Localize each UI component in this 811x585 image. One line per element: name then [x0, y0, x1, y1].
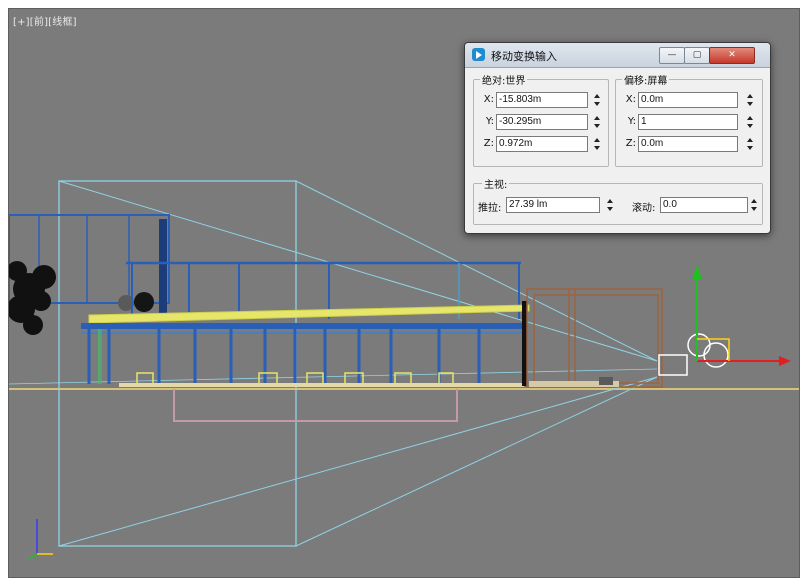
- absolute-world-group: 绝对:世界 X: -15.803m Y: -30.295m Z: 0.972m: [473, 72, 609, 167]
- camera-object: [658, 333, 729, 376]
- off-z-row: Z: 0.0m: [620, 136, 760, 152]
- abs-z-spinner[interactable]: [593, 137, 602, 151]
- abs-y-spinner[interactable]: [593, 115, 602, 129]
- dolly-spinner[interactable]: [606, 198, 615, 212]
- blue-beam: [81, 323, 526, 329]
- off-z-label: Z:: [625, 138, 636, 149]
- minimize-button[interactable]: —: [659, 47, 685, 64]
- maximize-button[interactable]: ▢: [684, 47, 710, 64]
- frustum-ray: [58, 376, 658, 547]
- off-x-row: X: 0.0m: [620, 92, 760, 108]
- dolly-field[interactable]: 27.39 lm: [506, 197, 600, 213]
- off-z-field[interactable]: 0.0m: [638, 136, 738, 152]
- abs-z-row: Z: 0.972m: [478, 136, 606, 152]
- move-transform-dialog[interactable]: 移动变换输入 — ▢ ✕ 绝对:世界 X: -15.803m Y: -30.29…: [464, 42, 771, 234]
- off-y-field[interactable]: 1: [638, 114, 738, 130]
- off-x-label: X:: [625, 94, 636, 105]
- abs-x-field[interactable]: -15.803m: [496, 92, 588, 108]
- gizmo-x-arrow: [779, 356, 791, 366]
- gizmo-plane: [697, 338, 730, 361]
- abs-x-label: X:: [483, 94, 494, 105]
- off-x-field[interactable]: 0.0m: [638, 92, 738, 108]
- tree: [9, 261, 56, 335]
- frustum-ray: [295, 376, 658, 547]
- off-y-spinner[interactable]: [746, 115, 755, 129]
- offset-screen-title: 偏移:屏幕: [622, 72, 670, 87]
- small-block: [599, 377, 613, 385]
- lower-posts: [87, 329, 481, 384]
- dolly-label: 推拉:: [478, 203, 502, 214]
- abs-y-row: Y: -30.295m: [478, 114, 606, 130]
- roll-spinner[interactable]: [750, 198, 759, 212]
- camera-group-title: 主视:: [482, 176, 510, 191]
- dialog-title: 移动变换输入: [491, 50, 557, 63]
- dark-sphere: [134, 292, 154, 312]
- abs-y-field[interactable]: -30.295m: [496, 114, 588, 130]
- offset-screen-group: 偏移:屏幕 X: 0.0m Y: 1 Z: 0.0m: [615, 72, 763, 167]
- off-x-spinner[interactable]: [746, 93, 755, 107]
- absolute-world-title: 绝对:世界: [480, 72, 528, 87]
- corner-axis-z: [28, 553, 38, 560]
- off-y-row: Y: 1: [620, 114, 760, 130]
- abs-x-spinner[interactable]: [593, 93, 602, 107]
- roll-field[interactable]: 0.0: [660, 197, 748, 213]
- abs-z-label: Z:: [483, 138, 494, 149]
- viewport-front[interactable]: [+][前][线框] 移动变换输入 — ▢ ✕ 绝对:世界 X: -15.803…: [8, 8, 800, 578]
- gizmo-y-arrow: [692, 265, 702, 279]
- close-button[interactable]: ✕: [709, 47, 755, 64]
- bench-line: [119, 383, 524, 387]
- dialog-titlebar[interactable]: 移动变换输入 — ▢ ✕: [465, 43, 770, 68]
- abs-z-field[interactable]: 0.972m: [496, 136, 588, 152]
- off-z-spinner[interactable]: [746, 137, 755, 151]
- abs-y-label: Y:: [485, 116, 494, 127]
- dark-column: [159, 219, 167, 319]
- camera-frustum-box: [58, 180, 297, 547]
- yellow-slab: [88, 304, 530, 324]
- app-icon: [472, 48, 485, 61]
- off-y-label: Y:: [627, 116, 636, 127]
- pergola: [526, 288, 663, 388]
- abs-x-row: X: -15.803m: [478, 92, 606, 108]
- roll-label: 滚动:: [632, 203, 656, 214]
- basin: [173, 389, 458, 422]
- camera-group: 主视: 推拉: 27.39 lm 滚动: 0.0: [473, 176, 763, 225]
